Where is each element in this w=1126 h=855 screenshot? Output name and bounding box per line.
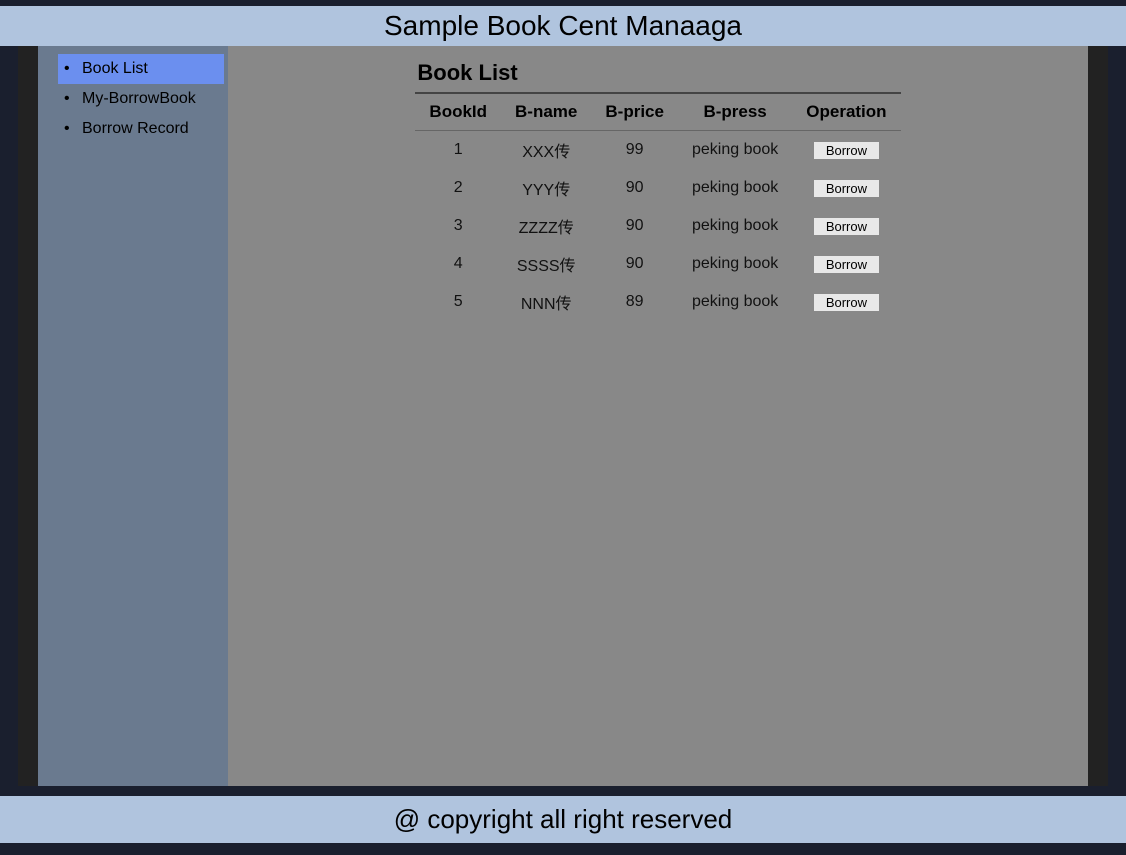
col-header-operation: Operation (792, 94, 900, 131)
cell-bookid: 2 (415, 169, 501, 207)
app-title: Sample Book Cent Manaaga (384, 10, 742, 41)
cell-operation: Borrow (792, 283, 900, 321)
main-content: Book List BookId B-name B-price B-press … (228, 46, 1088, 786)
cell-bprice: 90 (591, 245, 678, 283)
cell-bname: XXX传 (501, 131, 591, 170)
book-table: Book List BookId B-name B-price B-press … (415, 56, 900, 321)
sidebar-list: Book List My-BorrowBook Borrow Record (38, 54, 228, 144)
cell-bname: ZZZZ传 (501, 207, 591, 245)
app-header: Sample Book Cent Manaaga (0, 6, 1126, 46)
cell-bookid: 4 (415, 245, 501, 283)
table-header-row: BookId B-name B-price B-press Operation (415, 94, 900, 131)
borrow-button[interactable]: Borrow (813, 293, 880, 312)
cell-bpress: peking book (678, 283, 792, 321)
borrow-button[interactable]: Borrow (813, 217, 880, 236)
main-container: Book List My-BorrowBook Borrow Record Bo… (18, 46, 1108, 786)
cell-bprice: 89 (591, 283, 678, 321)
sidebar-item-label: Book List (82, 60, 148, 77)
cell-bookid: 3 (415, 207, 501, 245)
cell-bname: NNN传 (501, 283, 591, 321)
table-body: 1 XXX传 99 peking book Borrow 2 YYY传 90 p… (415, 131, 900, 322)
cell-bname: SSSS传 (501, 245, 591, 283)
cell-bpress: peking book (678, 245, 792, 283)
sidebar-item-borrow-record[interactable]: Borrow Record (58, 114, 224, 144)
col-header-bname: B-name (501, 94, 591, 131)
table-row: 5 NNN传 89 peking book Borrow (415, 283, 900, 321)
borrow-button[interactable]: Borrow (813, 179, 880, 198)
table-caption: Book List (415, 56, 900, 94)
sidebar-item-label: Borrow Record (82, 120, 189, 137)
table-row: 4 SSSS传 90 peking book Borrow (415, 245, 900, 283)
col-header-bprice: B-price (591, 94, 678, 131)
app-footer: @ copyright all right reserved (0, 796, 1126, 843)
cell-operation: Borrow (792, 245, 900, 283)
cell-bookid: 5 (415, 283, 501, 321)
cell-operation: Borrow (792, 169, 900, 207)
cell-bookid: 1 (415, 131, 501, 170)
cell-operation: Borrow (792, 131, 900, 170)
borrow-button[interactable]: Borrow (813, 141, 880, 160)
cell-operation: Borrow (792, 207, 900, 245)
sidebar-item-label: My-BorrowBook (82, 90, 196, 107)
cell-bprice: 90 (591, 169, 678, 207)
borrow-button[interactable]: Borrow (813, 255, 880, 274)
cell-bpress: peking book (678, 207, 792, 245)
sidebar-item-book-list[interactable]: Book List (58, 54, 224, 84)
table-row: 3 ZZZZ传 90 peking book Borrow (415, 207, 900, 245)
col-header-bpress: B-press (678, 94, 792, 131)
table-row: 1 XXX传 99 peking book Borrow (415, 131, 900, 170)
sidebar: Book List My-BorrowBook Borrow Record (38, 46, 228, 786)
cell-bpress: peking book (678, 131, 792, 170)
col-header-bookid: BookId (415, 94, 501, 131)
sidebar-item-my-borrowbook[interactable]: My-BorrowBook (58, 84, 224, 114)
table-row: 2 YYY传 90 peking book Borrow (415, 169, 900, 207)
footer-text: @ copyright all right reserved (394, 804, 733, 834)
cell-bprice: 90 (591, 207, 678, 245)
cell-bprice: 99 (591, 131, 678, 170)
cell-bpress: peking book (678, 169, 792, 207)
cell-bname: YYY传 (501, 169, 591, 207)
